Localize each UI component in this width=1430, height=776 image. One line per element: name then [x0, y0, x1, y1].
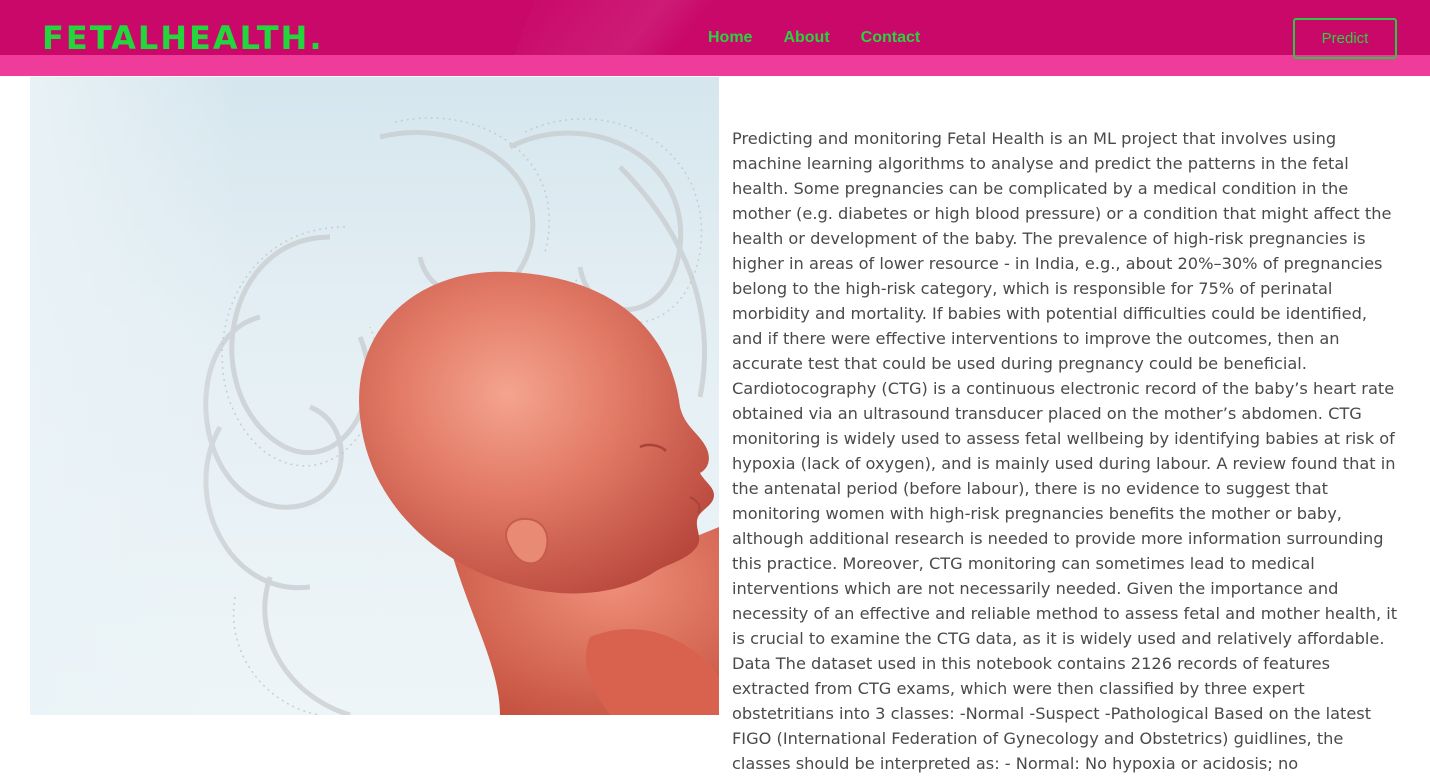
nav-contact-link[interactable]: Contact — [861, 28, 921, 48]
project-description: Predicting and monitoring Fetal Health i… — [732, 129, 1398, 773]
nav-about-link[interactable]: About — [783, 28, 829, 48]
fetus-illustration — [30, 77, 719, 715]
navbar: FETALHEALTH. Home About Contact Predict — [0, 0, 1430, 76]
predict-button[interactable]: Predict — [1293, 18, 1397, 59]
brand-logo[interactable]: FETALHEALTH. — [42, 18, 323, 58]
navbar-stripe — [0, 55, 1430, 76]
nav-home-link[interactable]: Home — [708, 28, 752, 48]
nav-links: Home About Contact — [708, 28, 920, 48]
